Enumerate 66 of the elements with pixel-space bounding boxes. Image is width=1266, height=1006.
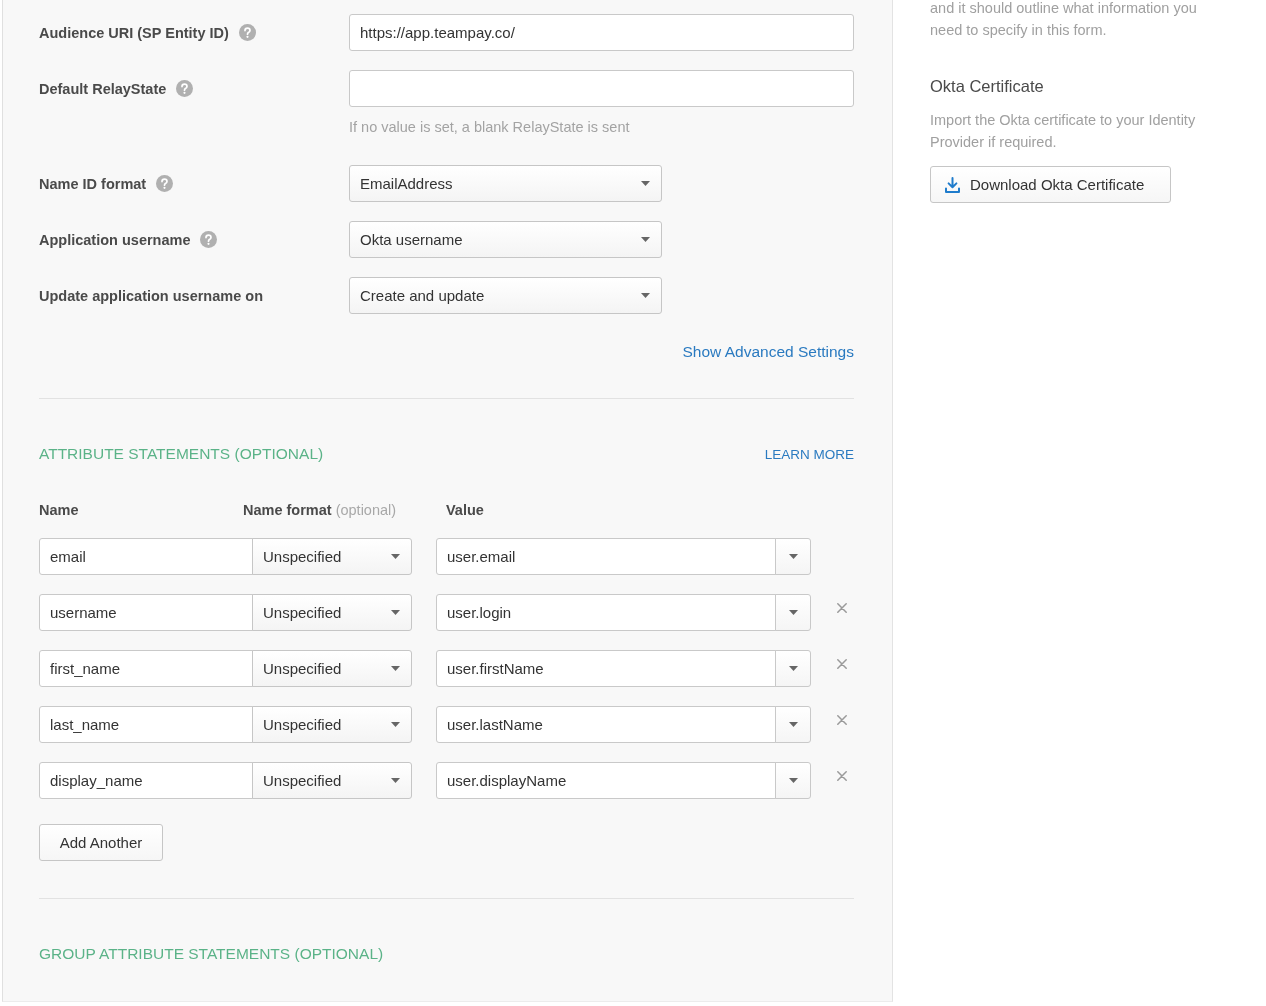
value-field[interactable]: user.displayName: [436, 762, 776, 799]
dropdown-select[interactable]: EmailAddress: [349, 165, 662, 202]
format-select[interactable]: Unspecified: [252, 762, 412, 799]
format-select[interactable]: Unspecified: [252, 650, 412, 687]
format-select[interactable]: Unspecified: [252, 594, 412, 631]
learn-more-link[interactable]: LEARN MORE: [764, 446, 854, 462]
caret-icon: [391, 666, 400, 671]
dropdown-select[interactable]: Create and update: [349, 277, 662, 314]
value-field[interactable]: user.firstName: [436, 650, 776, 687]
dropdown-button[interactable]: [775, 762, 811, 799]
dropdown-button[interactable]: [775, 706, 811, 743]
dropdown-button[interactable]: [775, 650, 811, 687]
download-icon: [945, 176, 960, 193]
field-label: Audience URI (SP Entity ID): [39, 24, 229, 41]
help-icon[interactable]: [156, 175, 174, 192]
text-field[interactable]: [349, 70, 854, 107]
field-label: Update application username on: [39, 287, 263, 304]
dropdown-button[interactable]: [775, 538, 811, 575]
name-field[interactable]: username: [39, 594, 253, 631]
caret-icon: [788, 554, 798, 559]
name-field[interactable]: last_name: [39, 706, 253, 743]
column-header: Value: [446, 502, 484, 518]
close-icon[interactable]: [837, 715, 847, 725]
section-heading: ATTRIBUTE STATEMENTS (OPTIONAL): [39, 444, 324, 464]
caret-icon: [391, 778, 400, 783]
value-field[interactable]: user.email: [436, 538, 776, 575]
description-text: Import the Okta certificate to your Identity Provider if required.: [930, 111, 1197, 152]
dropdown-button[interactable]: [775, 594, 811, 631]
caret-icon: [641, 237, 650, 242]
caret-icon: [641, 293, 650, 298]
help-icon[interactable]: [176, 80, 194, 97]
name-field[interactable]: first_name: [39, 650, 253, 687]
caret-icon: [391, 554, 400, 559]
field-label: Default RelayState: [39, 80, 167, 97]
description-text: and it should outline what information you need to specify in this form.: [930, 0, 1198, 40]
name-field[interactable]: display_name: [39, 762, 253, 799]
value-field[interactable]: user.lastName: [436, 706, 776, 743]
caret-icon: [641, 181, 650, 186]
format-select[interactable]: Unspecified: [252, 538, 412, 575]
field-label: Name ID format: [39, 175, 147, 192]
column-note: (optional): [335, 502, 397, 518]
advanced-settings-link[interactable]: Show Advanced Settings: [682, 343, 854, 360]
caret-icon: [788, 610, 798, 615]
download-certificate-button[interactable]: Download Okta Certificate: [930, 166, 1171, 203]
hint-text: If no value is set, a blank RelayState is sent: [349, 118, 631, 137]
text-field[interactable]: https://app.teampay.co/: [349, 14, 854, 51]
close-icon[interactable]: [837, 771, 847, 781]
help-icon[interactable]: [238, 24, 256, 41]
caret-icon: [788, 666, 798, 671]
close-icon[interactable]: [837, 603, 847, 613]
caret-icon: [788, 778, 798, 783]
format-select[interactable]: Unspecified: [252, 706, 412, 743]
section-title: Okta Certificate: [930, 76, 1045, 97]
add-another-button[interactable]: Add Another: [39, 824, 163, 861]
caret-icon: [788, 722, 798, 727]
column-header: Name: [39, 502, 79, 518]
value-field[interactable]: user.login: [436, 594, 776, 631]
section-heading: GROUP ATTRIBUTE STATEMENTS (OPTIONAL): [39, 944, 385, 964]
field-label: Application username: [39, 231, 191, 248]
caret-icon: [391, 610, 400, 615]
name-field[interactable]: email: [39, 538, 253, 575]
caret-icon: [391, 722, 400, 727]
close-icon[interactable]: [837, 659, 847, 669]
dropdown-select[interactable]: Okta username: [349, 221, 662, 258]
column-header: Name format: [243, 502, 332, 518]
help-icon[interactable]: [200, 231, 218, 248]
